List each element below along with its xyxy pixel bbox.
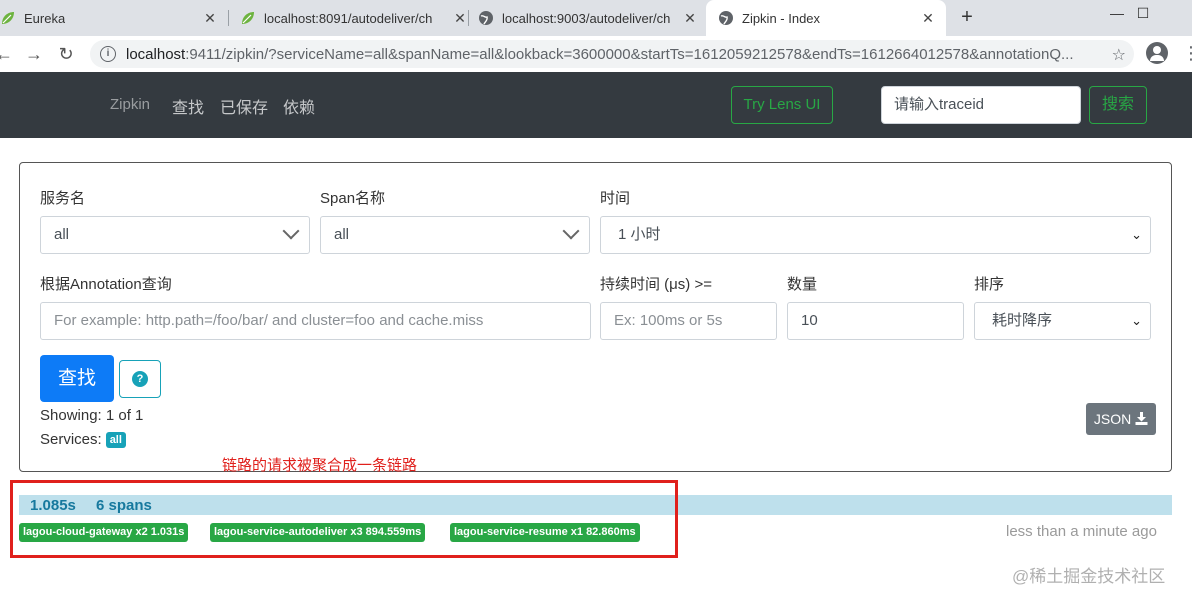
span-name-value: all <box>334 226 350 243</box>
service-name-label: 服务名 <box>40 190 86 207</box>
tab-localhost-9003[interactable]: localhost:9003/autodeliver/ch ✕ <box>478 0 700 36</box>
sort-label: 排序 <box>974 276 1005 293</box>
caret-down-icon: ⌄ <box>1131 227 1142 242</box>
help-button[interactable]: ? <box>119 360 161 398</box>
annotation-query-input[interactable]: For example: http.path=/foo/bar/ and clu… <box>40 302 591 340</box>
min-duration-label: 持续时间 (μs) >= <box>600 276 712 293</box>
tab-title: Eureka <box>24 10 66 26</box>
caret-down-icon: ⌄ <box>1131 313 1142 328</box>
profile-avatar-icon[interactable] <box>1146 42 1168 64</box>
globe-icon <box>478 10 494 26</box>
span-name-select[interactable]: all <box>320 216 590 254</box>
question-icon: ? <box>132 371 148 387</box>
sort-value: 耗时降序 <box>992 312 1053 329</box>
json-download-button[interactable]: JSON <box>1086 403 1156 435</box>
services-summary: Services: all <box>40 431 126 448</box>
forward-arrow-icon[interactable]: → <box>22 42 46 66</box>
search-panel: 服务名 all Span名称 all 时间 1 小时 ⌄ 根据Annotatio… <box>19 162 1172 472</box>
annotation-note: 链路的请求被聚合成一条链路 <box>222 457 418 474</box>
tab-zipkin-index[interactable]: Zipkin - Index ✕ <box>706 0 946 36</box>
time-value: 1 小时 <box>618 226 661 243</box>
span-name-label: Span名称 <box>320 190 386 207</box>
services-label: Services: <box>40 431 102 448</box>
new-tab-icon[interactable]: + <box>956 6 978 28</box>
nav-find[interactable]: 查找 <box>172 94 204 118</box>
url-path: :9411/zipkin/?serviceName=all&spanName=a… <box>185 45 1074 63</box>
spring-leaf-icon <box>0 10 16 26</box>
tab-title: localhost:9003/autodeliver/ch <box>502 10 671 26</box>
url-text: localhost:9411/zipkin/?serviceName=all&s… <box>126 46 1106 63</box>
address-bar[interactable]: i localhost:9411/zipkin/?serviceName=all… <box>90 40 1134 68</box>
watermark: @稀土掘金技术社区 <box>1012 567 1166 586</box>
zipkin-navbar: Zipkin 查找 已保存 依赖 Try Lens UI 请输入traceid … <box>0 72 1192 138</box>
tab-separator <box>228 10 229 26</box>
close-tab-icon[interactable]: ✕ <box>920 10 936 26</box>
try-lens-ui-button[interactable]: Try Lens UI <box>731 86 833 124</box>
nav-saved[interactable]: 已保存 <box>220 94 268 118</box>
limit-input[interactable]: 10 <box>787 302 964 340</box>
limit-label: 数量 <box>787 276 818 293</box>
service-filter-badge[interactable]: all <box>105 431 126 448</box>
browser-toolbar: ← → ↻ i localhost:9411/zipkin/?serviceNa… <box>0 36 1192 72</box>
reload-icon[interactable]: ↻ <box>54 42 78 66</box>
annotation-query-label: 根据Annotation查询 <box>40 276 172 293</box>
tab-localhost-8091[interactable]: localhost:8091/autodeliver/ch ✕ <box>240 0 468 36</box>
find-traces-button[interactable]: 查找 <box>40 355 114 402</box>
nav-dependencies[interactable]: 依赖 <box>283 94 315 118</box>
zipkin-brand[interactable]: Zipkin <box>110 96 150 113</box>
info-icon[interactable]: i <box>100 46 116 62</box>
tab-title: localhost:8091/autodeliver/ch <box>264 10 433 26</box>
trace-search-button[interactable]: 搜索 <box>1089 86 1147 124</box>
url-host: localhost <box>126 45 186 63</box>
chevron-down-icon <box>282 222 300 240</box>
chevron-down-icon <box>562 222 580 240</box>
maximize-icon[interactable]: ☐ <box>1120 0 1166 30</box>
service-name-select[interactable]: all <box>40 216 310 254</box>
browser-menu-icon[interactable]: ⋮ <box>1182 44 1192 64</box>
bookmark-star-icon[interactable]: ☆ <box>1112 45 1126 65</box>
tab-eureka[interactable]: Eureka ✕ <box>0 0 228 36</box>
download-icon <box>1135 412 1148 425</box>
back-arrow-icon[interactable]: ← <box>0 42 16 66</box>
service-name-value: all <box>54 226 70 243</box>
annotation-highlight-box <box>10 480 678 558</box>
tab-title: Zipkin - Index <box>742 10 821 26</box>
json-button-label: JSON <box>1093 411 1132 427</box>
showing-count: Showing: 1 of 1 <box>40 407 144 424</box>
close-tab-icon[interactable]: ✕ <box>202 10 218 26</box>
tab-separator <box>468 10 469 26</box>
time-select[interactable]: 1 小时 ⌄ <box>600 216 1151 254</box>
close-tab-icon[interactable]: ✕ <box>682 10 698 26</box>
browser-tab-strip: Eureka ✕ localhost:8091/autodeliver/ch ✕… <box>0 0 1192 36</box>
sort-select[interactable]: 耗时降序 ⌄ <box>974 302 1151 340</box>
trace-timestamp: less than a minute ago <box>1006 523 1157 540</box>
spring-leaf-icon <box>240 10 256 26</box>
globe-icon <box>718 10 734 26</box>
min-duration-input[interactable]: Ex: 100ms or 5s <box>600 302 777 340</box>
time-label: 时间 <box>600 190 631 207</box>
traceid-input[interactable]: 请输入traceid <box>881 86 1081 124</box>
close-tab-icon[interactable]: ✕ <box>452 10 468 26</box>
